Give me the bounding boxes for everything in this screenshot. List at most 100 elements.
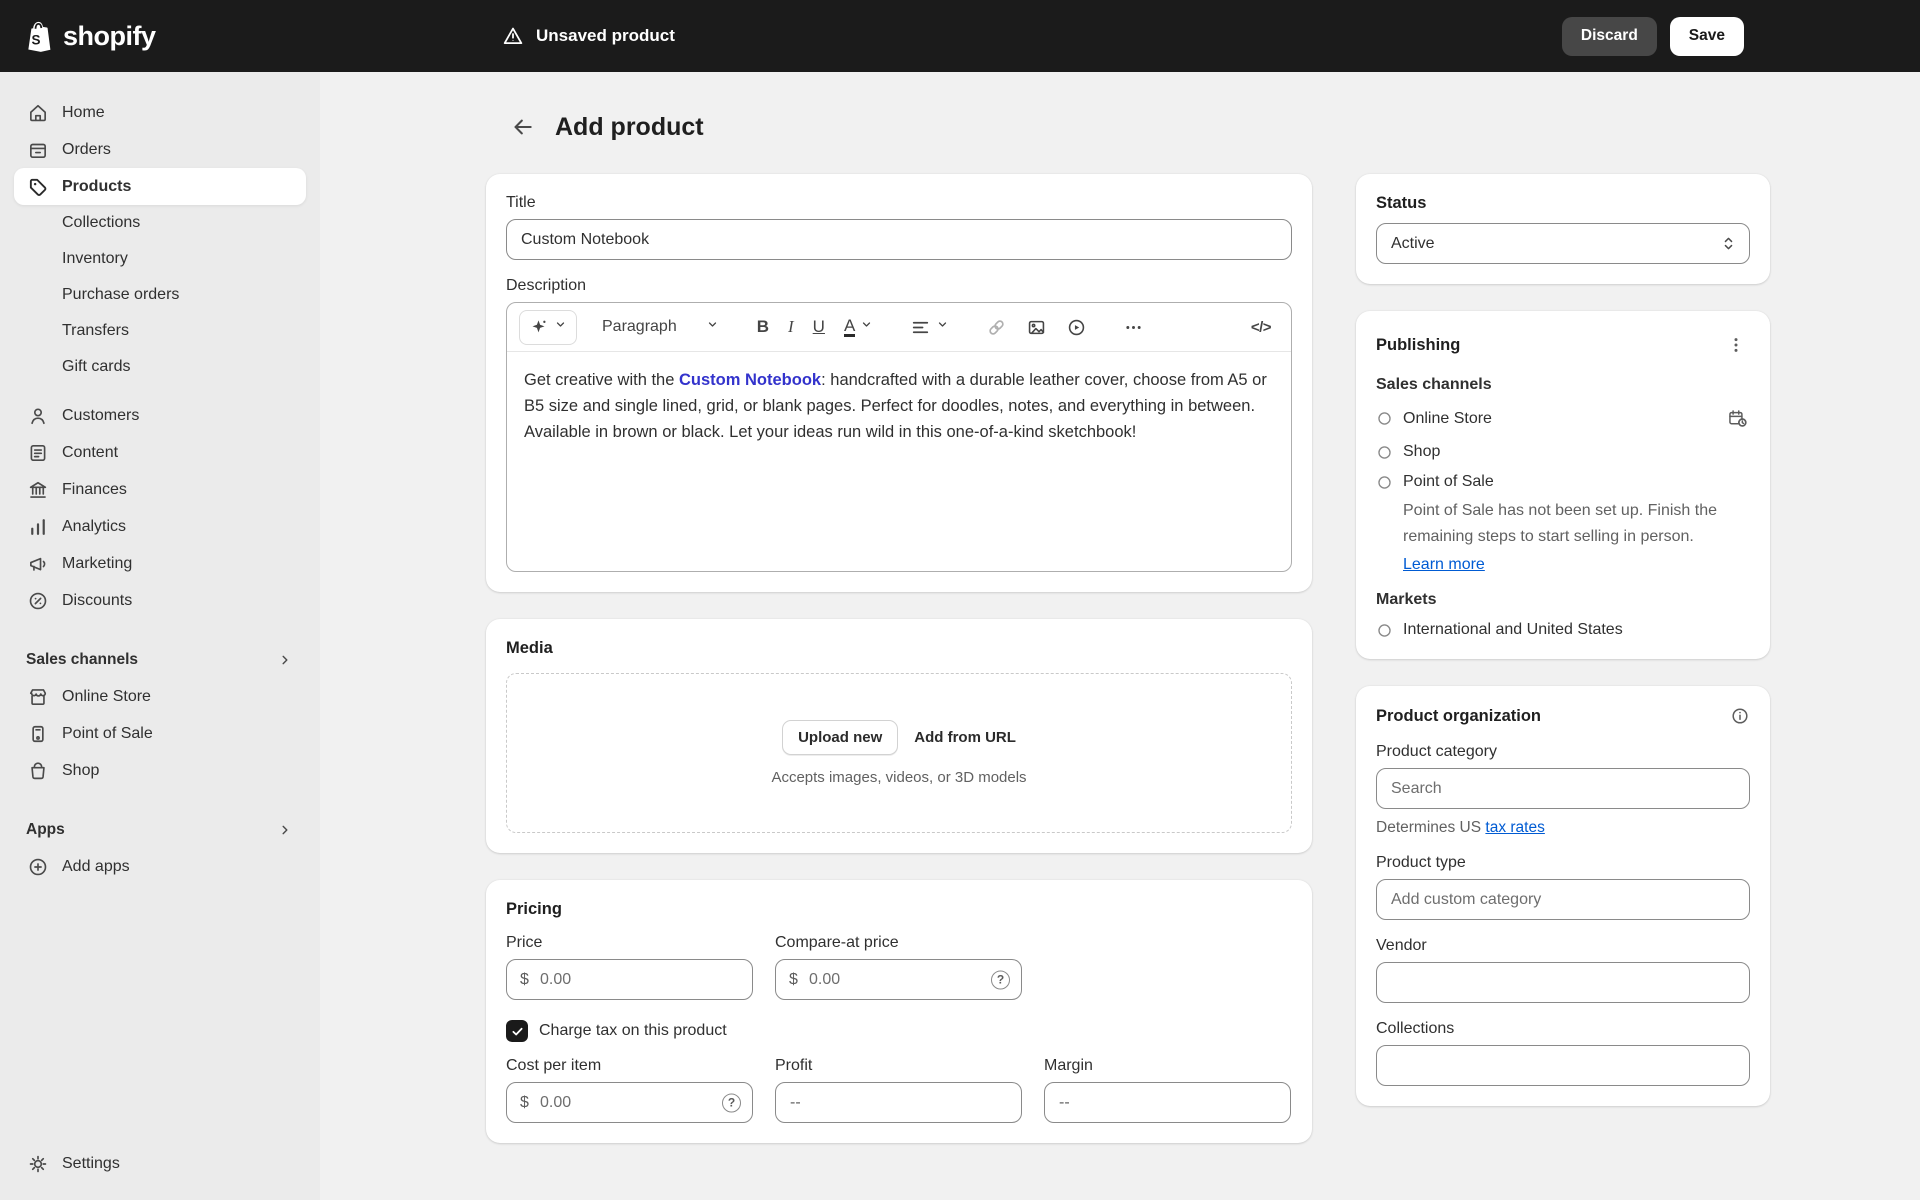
shop-bag-icon <box>26 759 50 783</box>
home-icon <box>26 101 50 125</box>
point-of-sale-icon <box>26 722 50 746</box>
media-card: Media Upload new Add from URL Accepts im… <box>486 619 1312 853</box>
markets-subhead: Markets <box>1376 591 1750 609</box>
upload-new-button[interactable]: Upload new <box>782 720 898 755</box>
sidebar-item-label: Shop <box>62 762 99 780</box>
underline-glyph: U <box>813 317 825 337</box>
sidebar-item-orders[interactable]: Orders <box>14 131 306 168</box>
sidebar-item-gift-cards[interactable]: Gift cards <box>14 349 306 385</box>
margin-input[interactable] <box>1044 1082 1291 1123</box>
compare-at-price-input[interactable] <box>775 959 1022 1000</box>
title-input[interactable] <box>506 219 1292 260</box>
discard-button[interactable]: Discard <box>1562 17 1657 56</box>
description-product-link[interactable]: Custom Notebook <box>679 371 821 389</box>
sidebar-item-label: Customers <box>62 407 139 425</box>
link-icon <box>986 317 1007 338</box>
sidebar-item-label: Collections <box>62 214 140 232</box>
sidebar-item-analytics[interactable]: Analytics <box>14 508 306 545</box>
channel-shop: Shop <box>1376 443 1750 461</box>
help-icon[interactable]: ? <box>722 1093 741 1112</box>
tax-rates-link[interactable]: tax rates <box>1485 819 1544 836</box>
price-input[interactable] <box>506 959 753 1000</box>
video-icon <box>1066 317 1087 338</box>
add-from-url-button[interactable]: Add from URL <box>914 729 1016 746</box>
insert-video-button[interactable] <box>1058 310 1095 345</box>
sidebar-item-shop[interactable]: Shop <box>14 752 306 789</box>
ai-magic-button[interactable] <box>519 310 577 345</box>
description-text: Get creative with the <box>524 371 679 389</box>
sidebar-section-sales-channels[interactable]: Sales channels <box>14 641 306 678</box>
media-upload-zone[interactable]: Upload new Add from URL Accepts images, … <box>506 673 1292 833</box>
save-button[interactable]: Save <box>1670 17 1744 56</box>
shopify-logo[interactable]: S shopify <box>0 18 156 54</box>
more-options-button[interactable] <box>1115 310 1152 345</box>
orders-icon <box>26 138 50 162</box>
sidebar-item-label: Products <box>62 178 131 196</box>
warning-icon <box>502 25 524 47</box>
paragraph-style-button[interactable]: Paragraph <box>592 310 730 345</box>
sidebar-item-content[interactable]: Content <box>14 434 306 471</box>
sidebar-item-inventory[interactable]: Inventory <box>14 241 306 277</box>
publishing-menu-button[interactable] <box>1722 331 1750 359</box>
product-type-input[interactable] <box>1376 879 1750 920</box>
media-hint: Accepts images, videos, or 3D models <box>771 769 1026 786</box>
sidebar-item-collections[interactable]: Collections <box>14 205 306 241</box>
vendor-input[interactable] <box>1376 962 1750 1003</box>
compare-at-price-field: Compare-at price $ ? <box>775 934 1022 1000</box>
page-title: Add product <box>555 113 704 142</box>
sidebar-item-add-apps[interactable]: Add apps <box>14 848 306 885</box>
sidebar-item-purchase-orders[interactable]: Purchase orders <box>14 277 306 313</box>
unsaved-status-label: Unsaved product <box>536 26 675 46</box>
alignment-button[interactable] <box>902 310 958 345</box>
sidebar-item-online-store[interactable]: Online Store <box>14 678 306 715</box>
collections-input[interactable] <box>1376 1045 1750 1086</box>
sidebar-item-label: Add apps <box>62 858 130 876</box>
charge-tax-row[interactable]: Charge tax on this product <box>506 1020 1292 1042</box>
image-icon <box>1026 317 1047 338</box>
compare-at-price-label: Compare-at price <box>775 934 1022 952</box>
info-icon[interactable] <box>1730 706 1750 726</box>
status-select[interactable]: Active <box>1376 223 1750 264</box>
marketing-icon <box>26 552 50 576</box>
content-icon <box>26 441 50 465</box>
media-title: Media <box>506 639 1292 658</box>
sidebar-item-point-of-sale[interactable]: Point of Sale <box>14 715 306 752</box>
back-button[interactable] <box>506 110 540 144</box>
code-view-button[interactable]: </> <box>1243 310 1279 345</box>
main-content: Add product Title Description Paragraph <box>320 72 1920 1200</box>
insert-image-button[interactable] <box>1018 310 1055 345</box>
underline-button[interactable]: U <box>805 310 833 345</box>
sidebar-item-transfers[interactable]: Transfers <box>14 313 306 349</box>
help-icon[interactable]: ? <box>991 970 1010 989</box>
publishing-card: Publishing Sales channels Online Store <box>1356 311 1770 659</box>
bold-button[interactable]: B <box>749 310 777 345</box>
sidebar-item-label: Purchase orders <box>62 286 179 304</box>
sidebar-item-discounts[interactable]: Discounts <box>14 582 306 619</box>
product-category-input[interactable] <box>1376 768 1750 809</box>
markets-value: International and United States <box>1403 621 1623 639</box>
sidebar-item-finances[interactable]: Finances <box>14 471 306 508</box>
product-category-label: Product category <box>1376 743 1750 761</box>
schedule-publish-button[interactable] <box>1725 406 1750 431</box>
sidebar-item-marketing[interactable]: Marketing <box>14 545 306 582</box>
pricing-title: Pricing <box>506 900 1292 919</box>
publishing-title: Publishing <box>1376 336 1460 355</box>
sidebar-item-settings[interactable]: Settings <box>14 1145 306 1182</box>
sales-channels-header-label: Sales channels <box>26 651 138 669</box>
profit-input[interactable] <box>775 1082 1022 1123</box>
checkbox-checked-icon[interactable] <box>506 1020 528 1042</box>
channel-label: Shop <box>1403 443 1440 461</box>
cost-per-item-input[interactable] <box>506 1082 753 1123</box>
link-button[interactable] <box>978 310 1015 345</box>
gear-icon <box>26 1152 50 1176</box>
text-color-button[interactable]: A <box>836 310 882 345</box>
tax-note: Determines US tax rates <box>1376 819 1750 837</box>
sidebar-section-apps[interactable]: Apps <box>14 811 306 848</box>
sidebar-item-products[interactable]: Products <box>14 168 306 205</box>
learn-more-link[interactable]: Learn more <box>1403 556 1485 574</box>
sidebar-item-home[interactable]: Home <box>14 94 306 131</box>
channel-circle-icon <box>1376 474 1393 491</box>
description-text-area[interactable]: Get creative with the Custom Notebook: h… <box>507 352 1291 571</box>
sidebar-item-customers[interactable]: Customers <box>14 397 306 434</box>
italic-button[interactable]: I <box>780 310 802 345</box>
